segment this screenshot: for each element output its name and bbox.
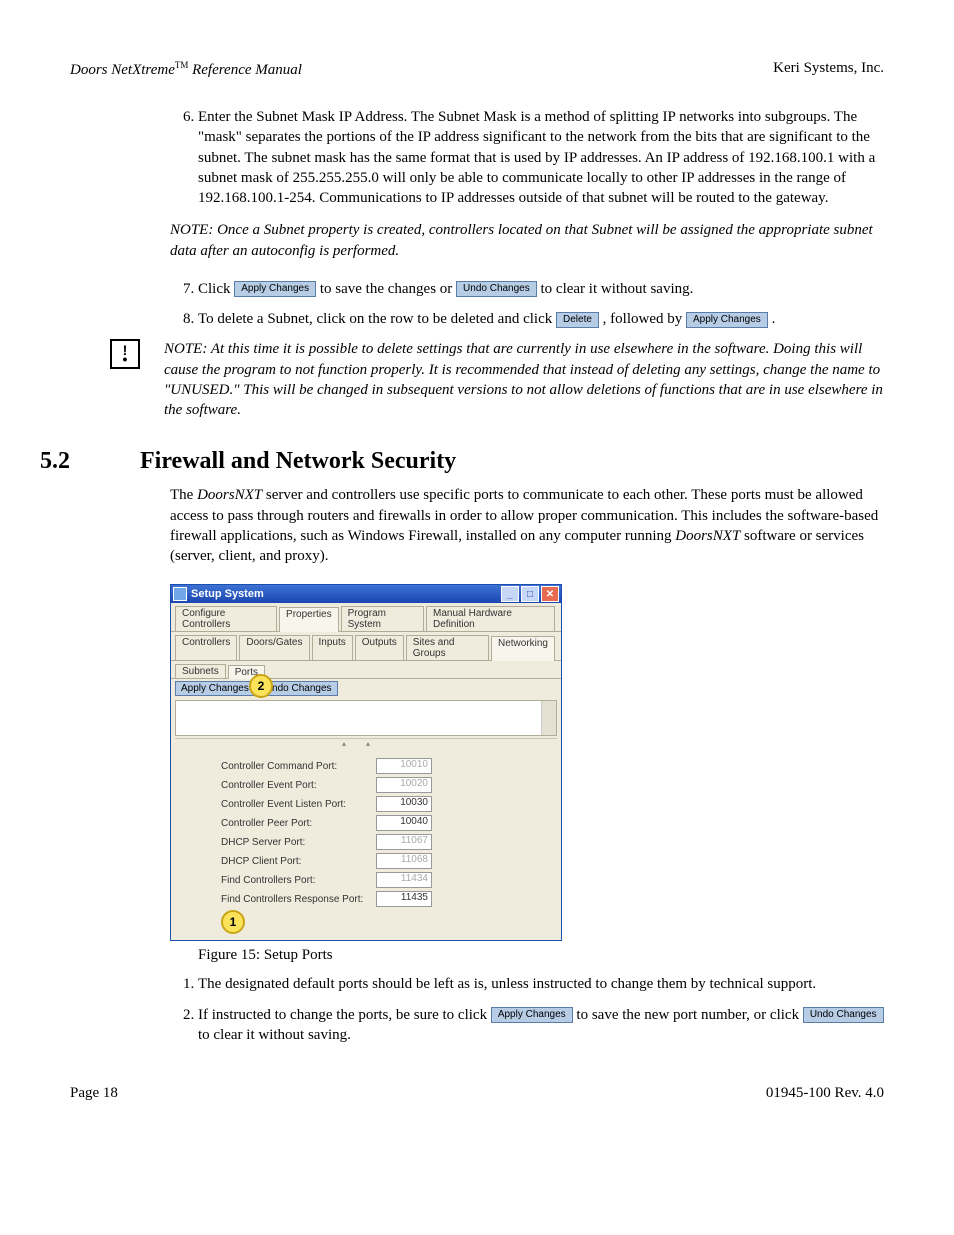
port-row: Controller Event Port:10020: [221, 777, 511, 793]
step-6: Enter the Subnet Mask IP Address. The Su…: [198, 107, 884, 208]
maximize-button[interactable]: □: [521, 586, 539, 602]
tab-configure-controllers[interactable]: Configure Controllers: [175, 606, 277, 631]
setup-system-window: Setup System _ □ ✕ Configure Controllers…: [170, 584, 562, 941]
page-footer: Page 18 01945-100 Rev. 4.0: [70, 1085, 884, 1102]
warning-text: NOTE: At this time it is possible to del…: [164, 339, 884, 420]
tab-doors-gates[interactable]: Doors/Gates: [239, 635, 309, 660]
tab-inputs[interactable]: Inputs: [312, 635, 353, 660]
port-label: DHCP Client Port:: [221, 856, 376, 867]
step-c1: The designated default ports should be l…: [198, 974, 884, 994]
page-number: Page 18: [70, 1085, 118, 1102]
tab-networking[interactable]: Networking: [491, 636, 555, 661]
product-name: Doors NetXtreme: [70, 62, 175, 78]
step-c2: If instructed to change the ports, be su…: [198, 1005, 884, 1046]
port-input[interactable]: 10040: [376, 815, 432, 831]
port-input[interactable]: 11068: [376, 853, 432, 869]
section-title: Firewall and Network Security: [140, 448, 456, 475]
port-label: Controller Command Port:: [221, 761, 376, 772]
section-number: 5.2: [40, 448, 140, 475]
marker-1: 1: [221, 910, 245, 934]
section-body: The DoorsNXT server and controllers use …: [170, 485, 884, 1045]
undo-changes-button[interactable]: Undo Changes: [456, 281, 537, 297]
delete-button[interactable]: Delete: [556, 312, 599, 328]
step-7: Click Apply Changes to save the changes …: [198, 279, 884, 299]
step-list-a: Enter the Subnet Mask IP Address. The Su…: [170, 107, 884, 208]
port-input[interactable]: 11434: [376, 872, 432, 888]
splitter[interactable]: ▴▴: [175, 738, 557, 745]
warning-icon: ! •: [110, 339, 140, 369]
header-left: Doors NetXtremeTM Reference Manual: [70, 60, 302, 79]
port-row: DHCP Client Port:11068: [221, 853, 511, 869]
tab-properties[interactable]: Properties: [279, 607, 339, 632]
firewall-paragraph: The DoorsNXT server and controllers use …: [170, 485, 884, 566]
titlebar: Setup System _ □ ✕: [171, 585, 561, 603]
section-heading: 5.2 Firewall and Network Security: [70, 448, 884, 475]
port-label: DHCP Server Port:: [221, 837, 376, 848]
apply-changes-button[interactable]: Apply Changes: [234, 281, 316, 297]
port-input[interactable]: 11067: [376, 834, 432, 850]
port-input[interactable]: 10030: [376, 796, 432, 812]
step-8: To delete a Subnet, click on the row to …: [198, 309, 884, 329]
note-subnet-autoconfig: NOTE: Once a Subnet property is created,…: [170, 220, 884, 261]
port-input[interactable]: 10010: [376, 758, 432, 774]
tab-row-1: Configure Controllers Properties Program…: [171, 603, 561, 632]
apply-changes-button-3[interactable]: Apply Changes: [491, 1007, 573, 1023]
tab-subnets[interactable]: Subnets: [175, 664, 226, 678]
tab-row-2: Controllers Doors/Gates Inputs Outputs S…: [171, 632, 561, 661]
doc-type: Reference Manual: [188, 62, 302, 78]
close-button[interactable]: ✕: [541, 586, 559, 602]
port-input[interactable]: 11435: [376, 891, 432, 907]
port-row: Controller Command Port:10010: [221, 758, 511, 774]
port-row: DHCP Server Port:11067: [221, 834, 511, 850]
apply-changes-button-win[interactable]: Apply Changes: [175, 681, 255, 696]
doc-number: 01945-100 Rev. 4.0: [766, 1085, 884, 1102]
step-list-c: The designated default ports should be l…: [170, 974, 884, 1045]
port-label: Controller Peer Port:: [221, 818, 376, 829]
trademark: TM: [175, 60, 189, 70]
page-header: Doors NetXtremeTM Reference Manual Keri …: [70, 60, 884, 79]
step-list-b: Click Apply Changes to save the changes …: [170, 279, 884, 330]
app-icon: [173, 587, 187, 601]
port-label: Controller Event Port:: [221, 780, 376, 791]
port-row: Controller Peer Port:10040: [221, 815, 511, 831]
window-title: Setup System: [191, 588, 499, 600]
company-name: Keri Systems, Inc.: [773, 60, 884, 79]
port-row: Controller Event Listen Port:10030: [221, 796, 511, 812]
port-input[interactable]: 10020: [376, 777, 432, 793]
minimize-button[interactable]: _: [501, 586, 519, 602]
undo-changes-button-3[interactable]: Undo Changes: [803, 1007, 884, 1023]
tab-outputs[interactable]: Outputs: [355, 635, 404, 660]
port-label: Controller Event Listen Port:: [221, 799, 376, 810]
list-pane: [175, 700, 557, 736]
tab-sites-groups[interactable]: Sites and Groups: [406, 635, 489, 660]
action-button-row: Apply Changes Undo Changes 2: [171, 679, 561, 698]
port-row: Find Controllers Port:11434: [221, 872, 511, 888]
port-label: Find Controllers Port:: [221, 875, 376, 886]
scrollbar[interactable]: [541, 701, 556, 735]
ports-form: Controller Command Port:10010Controller …: [171, 751, 561, 940]
warning-note-row: ! • NOTE: At this time it is possible to…: [70, 339, 884, 420]
tab-program-system[interactable]: Program System: [341, 606, 424, 631]
tab-controllers[interactable]: Controllers: [175, 635, 237, 660]
port-row: Find Controllers Response Port:11435: [221, 891, 511, 907]
apply-changes-button-2[interactable]: Apply Changes: [686, 312, 768, 328]
port-label: Find Controllers Response Port:: [221, 894, 376, 905]
tab-manual-hardware[interactable]: Manual Hardware Definition: [426, 606, 555, 631]
tab-row-3: Subnets Ports: [171, 661, 561, 679]
figure-caption: Figure 15: Setup Ports: [198, 947, 884, 964]
main-content: Enter the Subnet Mask IP Address. The Su…: [170, 107, 884, 329]
